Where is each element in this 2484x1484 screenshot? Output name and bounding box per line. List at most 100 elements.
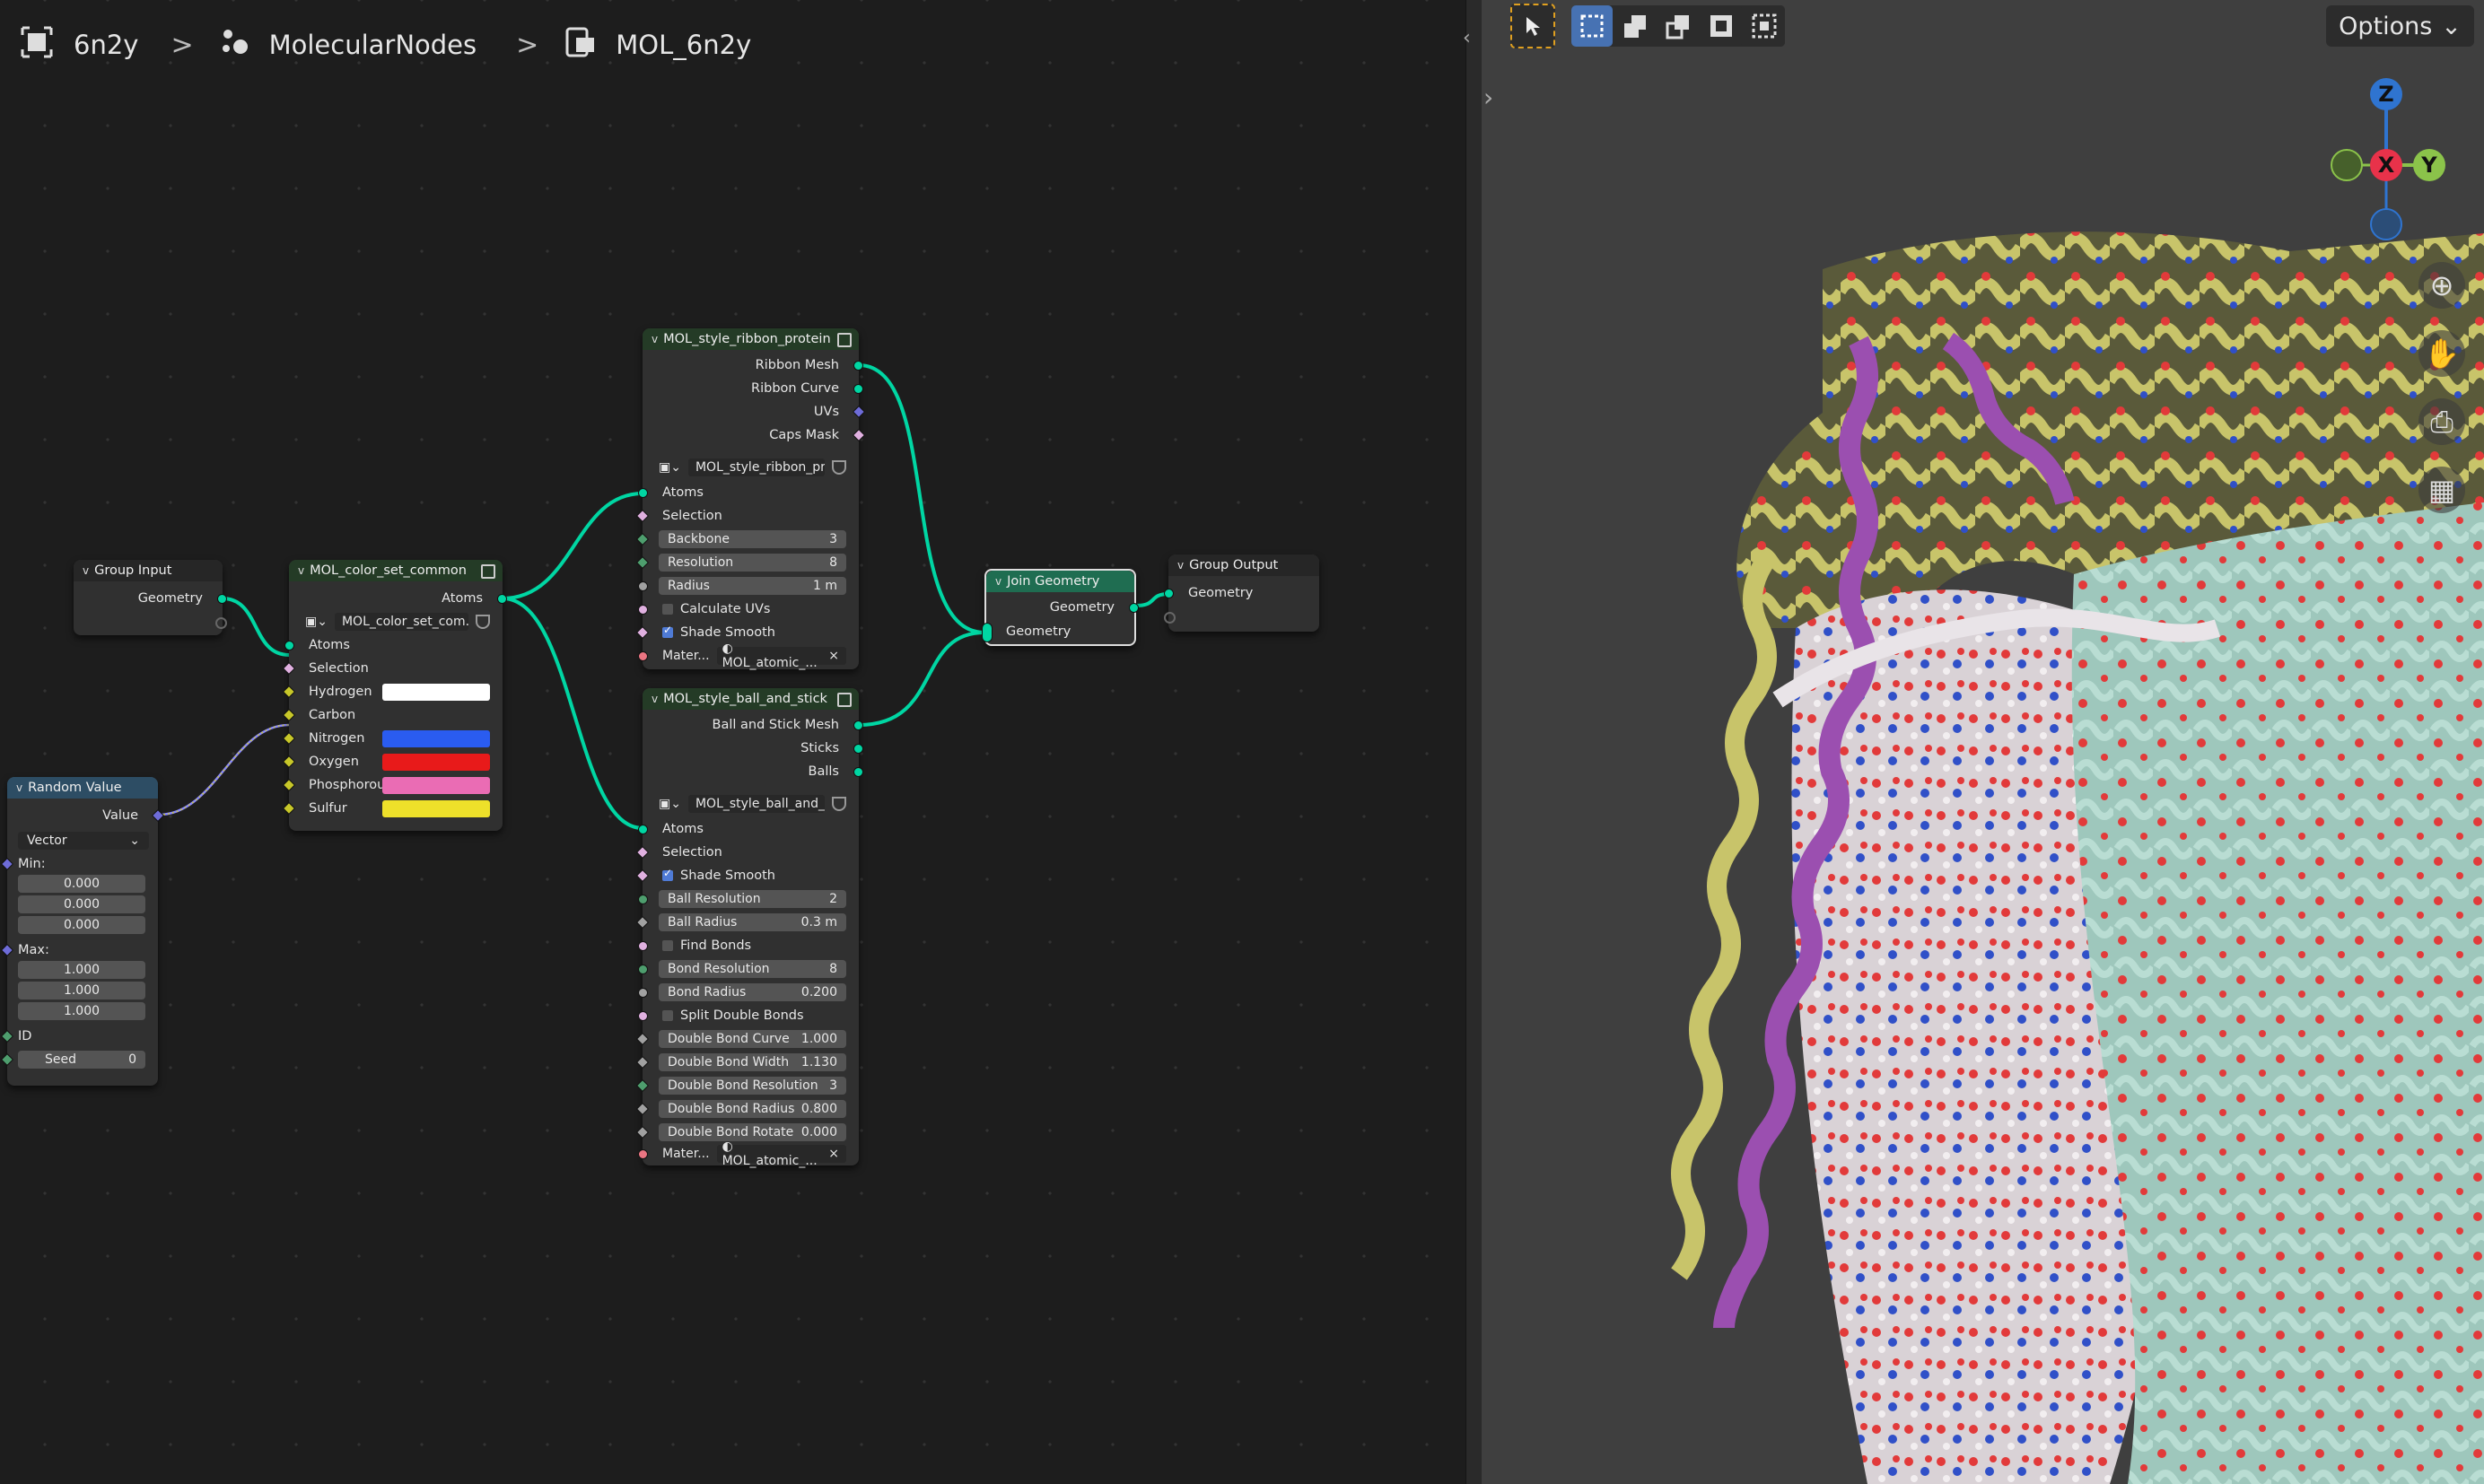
- select-tool-button[interactable]: [1510, 4, 1555, 48]
- chevron-down-icon[interactable]: v: [995, 575, 1001, 588]
- select-box-subtract-button[interactable]: [1657, 5, 1699, 47]
- socket[interactable]: [215, 617, 227, 629]
- nitrogen-color-swatch[interactable]: [382, 730, 490, 747]
- node-title: Group Output: [1189, 558, 1279, 572]
- socket[interactable]: [1129, 603, 1139, 613]
- double-bond-width-field[interactable]: Double Bond Width 1.130: [635, 1051, 859, 1074]
- socket[interactable]: [638, 488, 648, 498]
- socket[interactable]: [638, 988, 648, 998]
- type-dropdown[interactable]: Vector ⌄: [7, 829, 158, 852]
- group-input-node[interactable]: v Group Input Geometry: [74, 560, 227, 635]
- chevron-down-icon[interactable]: v: [1177, 559, 1184, 572]
- max-z-field[interactable]: 1.000: [7, 1000, 158, 1023]
- bond-radius-field[interactable]: Bond Radius 0.200: [638, 981, 859, 1004]
- split-double-bonds-checkbox[interactable]: Split Double Bonds: [638, 1004, 859, 1027]
- hydrogen-color-swatch[interactable]: [382, 684, 490, 701]
- chevron-down-icon[interactable]: v: [83, 564, 89, 577]
- sulfur-color-swatch[interactable]: [382, 800, 490, 817]
- camera-view-button[interactable]: ⎙: [2418, 398, 2465, 445]
- material-field[interactable]: Mater... ◐ MOL_atomic_... ×: [638, 642, 859, 670]
- chevron-down-icon[interactable]: v: [652, 333, 658, 345]
- checkbox[interactable]: [662, 624, 673, 638]
- options-dropdown[interactable]: Options ⌄: [2326, 5, 2474, 47]
- chevron-down-icon[interactable]: v: [298, 564, 304, 577]
- select-box-new-button[interactable]: [1571, 5, 1613, 47]
- area-divider[interactable]: ‹: [1463, 0, 1483, 1484]
- group-selector[interactable]: ▣⌄ MOL_color_set_com...: [289, 610, 503, 633]
- checkbox[interactable]: [662, 1010, 673, 1021]
- phosphorous-color-swatch[interactable]: [382, 777, 490, 794]
- chevron-down-icon[interactable]: v: [652, 693, 658, 705]
- link-ribbon-to-join: [858, 363, 985, 634]
- bond-resolution-field[interactable]: Bond Resolution 8: [638, 957, 859, 981]
- group-selector[interactable]: ▣⌄ MOL_style_ribbon_pr...: [643, 456, 859, 479]
- checkbox[interactable]: [662, 940, 673, 951]
- socket[interactable]: [638, 895, 648, 904]
- chevron-left-icon[interactable]: ‹: [1463, 27, 1471, 49]
- double-bond-radius-field[interactable]: Double Bond Radius 0.800: [635, 1097, 859, 1121]
- socket[interactable]: [853, 744, 863, 754]
- socket[interactable]: [284, 641, 294, 650]
- select-box-difference-button[interactable]: [1701, 5, 1742, 47]
- resolution-field[interactable]: Resolution 8: [635, 551, 859, 574]
- group-output-node[interactable]: v Group Output Geometry: [1164, 554, 1319, 632]
- socket[interactable]: [853, 767, 863, 777]
- material-field[interactable]: Mater... ◐ MOL_atomic_... ×: [638, 1139, 859, 1168]
- fake-user-icon[interactable]: [476, 615, 490, 629]
- random-value-node[interactable]: v Random Value Value Vector ⌄ Min: 0.000 0…: [0, 777, 165, 1086]
- input-selection: Selection: [635, 841, 859, 864]
- socket[interactable]: [217, 594, 227, 604]
- fake-user-icon[interactable]: [832, 797, 846, 811]
- socket[interactable]: [638, 605, 648, 615]
- navigation-gizmo[interactable]: Z Y X: [2296, 72, 2476, 251]
- socket[interactable]: [638, 581, 648, 591]
- socket[interactable]: [1164, 589, 1174, 598]
- group-selector[interactable]: ▣⌄ MOL_style_ball_and_...: [643, 792, 859, 816]
- node-editor[interactable]: 6n2y > MolecularNodes > MOL_6n2y v Group …: [0, 0, 1465, 1484]
- double-bond-resolution-field[interactable]: Double Bond Resolution 3: [635, 1074, 859, 1097]
- ball-and-stick-node[interactable]: v MOL_style_ball_and_stick Ball and Stick…: [635, 688, 863, 1168]
- socket[interactable]: [638, 941, 648, 951]
- join-geometry-node[interactable]: v Join Geometry Geometry Geometry: [982, 569, 1139, 646]
- chevron-right-icon[interactable]: ›: [1483, 83, 1493, 112]
- ortho-toggle-button[interactable]: ▦: [2418, 467, 2465, 513]
- socket[interactable]: [638, 651, 648, 661]
- socket[interactable]: [638, 825, 648, 834]
- close-icon[interactable]: ×: [828, 649, 839, 663]
- zoom-button[interactable]: ⊕: [2418, 262, 2465, 309]
- input-sulfur: Sulfur: [282, 797, 503, 820]
- socket[interactable]: [853, 384, 863, 394]
- checkbox[interactable]: [662, 867, 673, 881]
- socket[interactable]: [853, 361, 863, 371]
- gizmo-neg-y-axis[interactable]: [2331, 149, 2363, 181]
- color-set-node[interactable]: v MOL_color_set_common Atoms ▣⌄ MOL_color_…: [282, 560, 507, 831]
- ribbon-protein-node[interactable]: v MOL_style_ribbon_protein Ribbon Mesh Ri…: [635, 328, 866, 670]
- socket[interactable]: [638, 1011, 648, 1021]
- min-z-field[interactable]: 0.000: [7, 913, 158, 937]
- gizmo-neg-z-axis[interactable]: [2370, 208, 2402, 240]
- close-icon[interactable]: ×: [828, 1147, 839, 1161]
- ball-radius-field[interactable]: Ball Radius 0.3 m: [635, 911, 859, 934]
- radius-field[interactable]: Radius 1 m: [638, 574, 859, 598]
- socket[interactable]: [1164, 612, 1176, 624]
- select-box-extend-button[interactable]: [1614, 5, 1656, 47]
- socket[interactable]: [497, 594, 507, 604]
- socket[interactable]: [982, 623, 993, 642]
- 3d-viewport[interactable]: Options ⌄ › Z Y X ⊕ ✋ ⎙ ▦: [1482, 0, 2484, 1484]
- oxygen-color-swatch[interactable]: [382, 754, 490, 771]
- checkbox[interactable]: [662, 604, 673, 615]
- socket[interactable]: [853, 720, 863, 730]
- chevron-down-icon[interactable]: v: [16, 781, 22, 794]
- shade-smooth-checkbox[interactable]: Shade Smooth: [635, 864, 859, 887]
- select-box-intersect-button[interactable]: [1744, 5, 1785, 47]
- seed-field[interactable]: Seed 0: [0, 1048, 158, 1071]
- socket[interactable]: [638, 1149, 648, 1159]
- backbone-field[interactable]: Backbone 3: [635, 528, 859, 551]
- find-bonds-checkbox[interactable]: Find Bonds: [638, 934, 859, 957]
- calculate-uvs-checkbox[interactable]: Calculate UVs: [638, 598, 859, 621]
- double-bond-curve-field[interactable]: Double Bond Curve 1.000: [635, 1027, 859, 1051]
- pan-button[interactable]: ✋: [2418, 330, 2465, 377]
- fake-user-icon[interactable]: [832, 460, 846, 475]
- socket[interactable]: [638, 965, 648, 974]
- ball-resolution-field[interactable]: Ball Resolution 2: [638, 887, 859, 911]
